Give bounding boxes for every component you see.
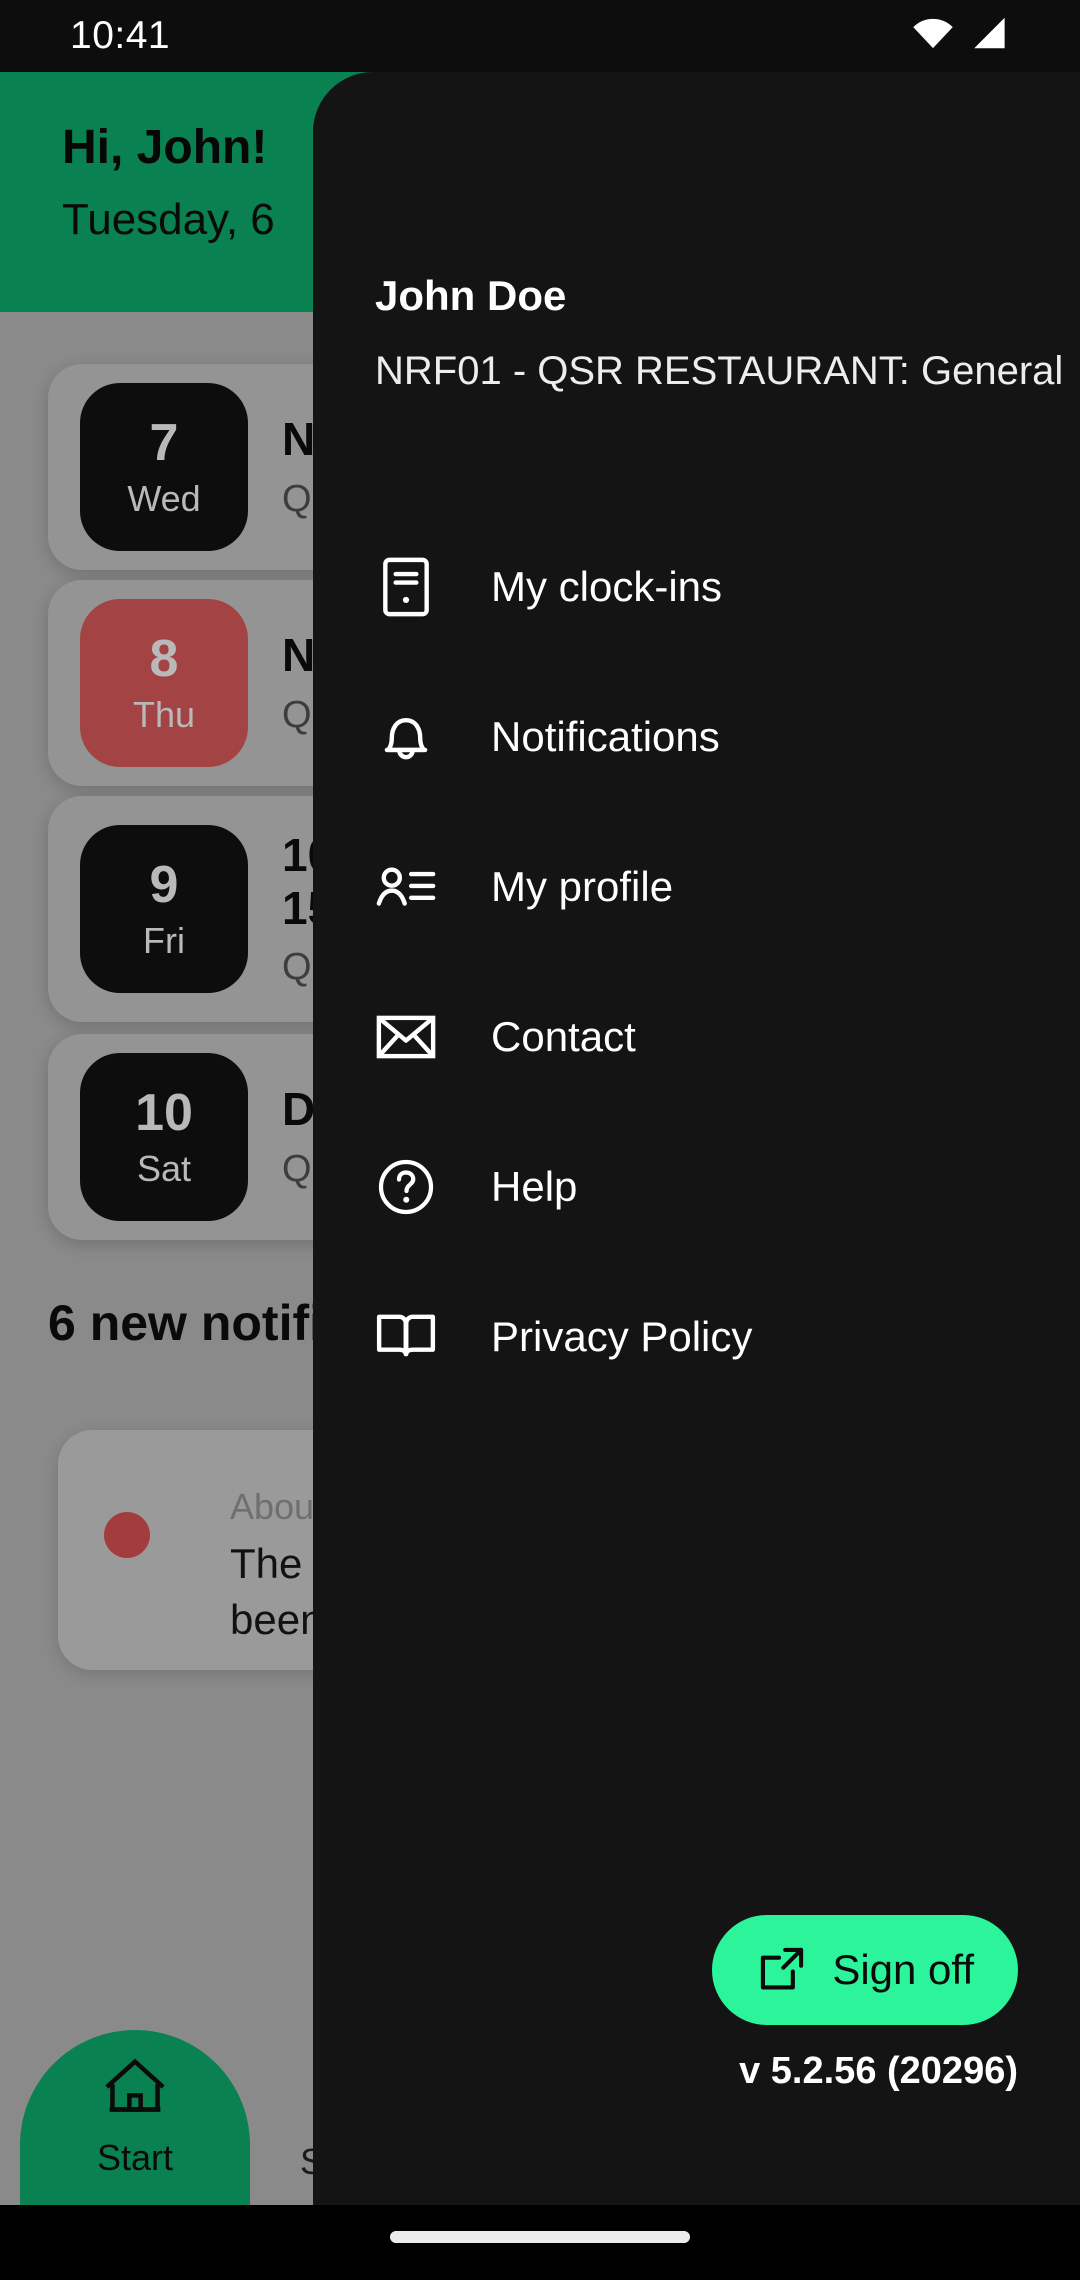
- drawer-menu: My clock-ins Notifications My profile Co…: [313, 512, 1080, 1412]
- bell-icon: [375, 706, 437, 768]
- menu-item-my-profile[interactable]: My profile: [313, 812, 1080, 962]
- menu-item-label: Notifications: [491, 713, 720, 760]
- drawer-organization: NRF01 - QSR RESTAURANT: General: [375, 349, 1064, 393]
- home-indicator[interactable]: [390, 2231, 690, 2243]
- tab-start[interactable]: Start: [20, 2030, 250, 2205]
- day-box: 9 Fri: [80, 825, 248, 993]
- clock-in-document-icon: [375, 556, 437, 618]
- cellular-signal-icon: [970, 16, 1008, 55]
- day-box: 10 Sat: [80, 1053, 248, 1221]
- menu-item-label: My profile: [491, 863, 674, 910]
- day-name: Thu: [132, 694, 196, 735]
- question-circle-icon: [375, 1156, 437, 1218]
- android-navigation-bar: [0, 2205, 1080, 2280]
- status-icons: [912, 16, 1008, 55]
- envelope-icon: [375, 1006, 437, 1068]
- menu-item-label: Help: [491, 1163, 578, 1210]
- day-name: Sat: [136, 1148, 192, 1189]
- external-link-icon: [756, 1943, 808, 1998]
- drawer-user-name: John Doe: [375, 272, 567, 319]
- notifications-heading: 6 new notific: [48, 1295, 351, 1351]
- menu-item-my-clock-ins[interactable]: My clock-ins: [313, 512, 1080, 662]
- menu-item-privacy-policy[interactable]: Privacy Policy: [313, 1262, 1080, 1412]
- phone-screen: Hi, John! Tuesday, 6 7 Wed N QS 8 Thu N …: [0, 0, 1080, 2280]
- sign-off-button[interactable]: Sign off: [712, 1915, 1018, 2025]
- tab-start-label: Start: [96, 2137, 174, 2178]
- menu-item-help[interactable]: Help: [313, 1112, 1080, 1262]
- menu-item-contact[interactable]: Contact: [313, 962, 1080, 1112]
- sign-off-label: Sign off: [832, 1946, 974, 1993]
- home-icon: [99, 2056, 171, 2123]
- day-box: 7 Wed: [80, 383, 248, 551]
- day-number: 8: [149, 630, 179, 688]
- status-time: 10:41: [70, 14, 171, 57]
- menu-item-label: Privacy Policy: [491, 1313, 753, 1360]
- day-number: 9: [149, 856, 179, 914]
- menu-item-label: My clock-ins: [491, 563, 723, 610]
- day-box: 8 Thu: [80, 599, 248, 767]
- menu-item-notifications[interactable]: Notifications: [313, 662, 1080, 812]
- profile-card-icon: [375, 856, 437, 918]
- menu-item-label: Contact: [491, 1013, 636, 1060]
- wifi-icon: [912, 16, 954, 55]
- day-name: Fri: [143, 920, 185, 961]
- open-book-icon: [375, 1306, 437, 1368]
- day-name: Wed: [127, 478, 201, 519]
- status-bar: 10:41: [0, 0, 1080, 72]
- day-number: 7: [149, 414, 179, 472]
- day-number: 10: [135, 1084, 193, 1142]
- app-version-text: v 5.2.56 (20296): [739, 2050, 1018, 2092]
- unread-dot-icon: [104, 1512, 150, 1558]
- navigation-drawer: John Doe NRF01 - QSR RESTAURANT: General…: [313, 72, 1080, 2205]
